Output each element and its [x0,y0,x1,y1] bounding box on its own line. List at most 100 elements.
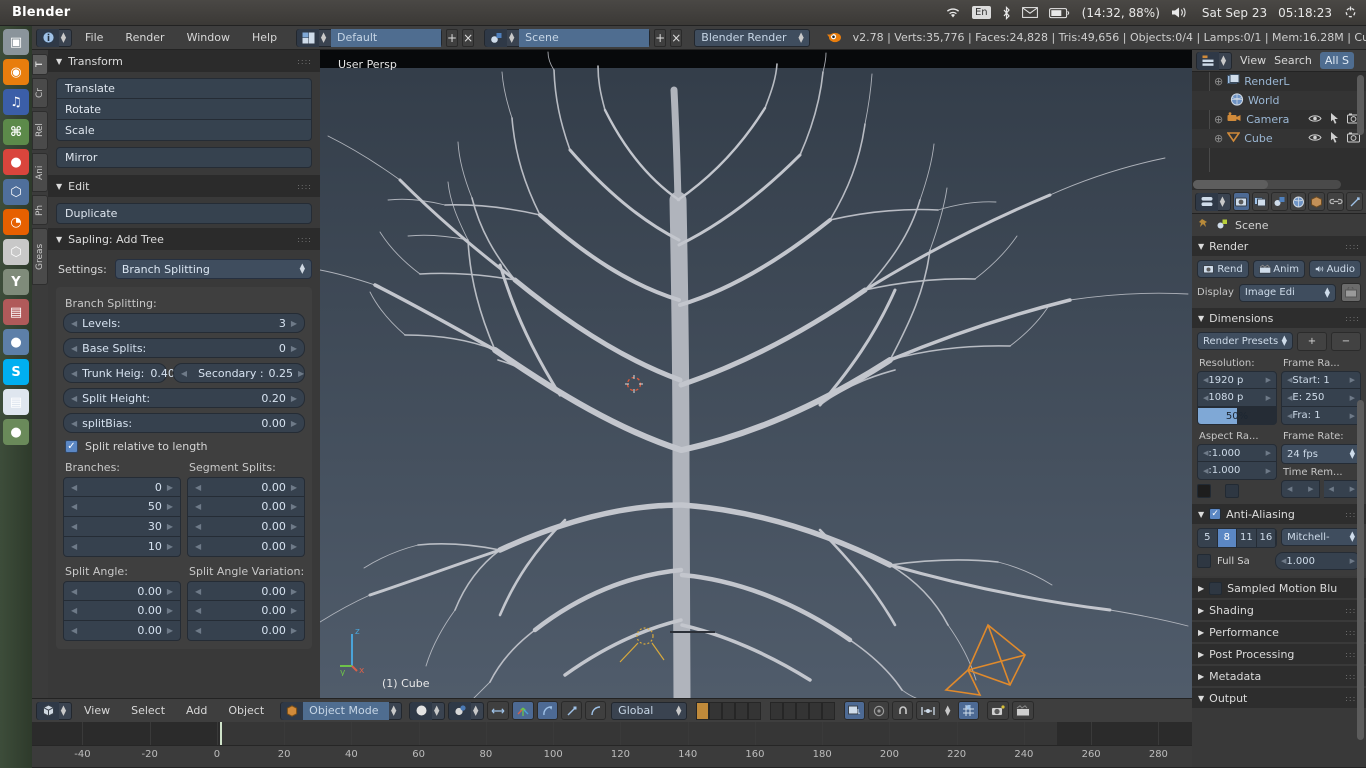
viewport-editor-type-selector[interactable]: ▲ ▼ [36,701,72,720]
layer-cell[interactable] [809,701,823,720]
render-audio-button[interactable]: Audio [1309,260,1361,278]
metadata-section-header[interactable]: ▶ Metadata :::: [1192,666,1366,686]
scene-spinner[interactable]: ▲ ▼ [507,31,516,43]
output-section-header[interactable]: ▼ Output :::: [1192,688,1366,708]
decrement-arrow-icon[interactable]: ◀ [1329,485,1334,493]
rotate-button[interactable]: Rotate [56,99,312,120]
increment-arrow-icon[interactable]: ▶ [167,626,173,635]
tab-grease-pencil[interactable]: Greas [32,228,48,285]
aa-filter-dropdown[interactable]: Mitchell- ▲ ▼ [1281,528,1361,546]
transform-orientation-spinner[interactable]: ▲ ▼ [674,704,683,716]
layer-cell[interactable] [709,701,723,720]
frame-end-field[interactable]: ◀ E: 250 ▶ [1281,389,1361,407]
viewport-editor-spinner[interactable]: ▲ ▼ [59,704,68,716]
interaction-mode-spinner[interactable]: ▲ ▼ [389,704,398,716]
interaction-mode-value[interactable]: Object Mode [303,701,390,720]
layer-cell[interactable] [783,701,797,720]
menu-file[interactable]: File [76,29,112,46]
decrement-arrow-icon[interactable]: ◀ [181,369,187,378]
increment-arrow-icon[interactable]: ▶ [291,394,297,403]
crystal-icon[interactable]: ⬡ [3,179,29,205]
outliner-row-world[interactable]: World [1192,91,1366,110]
scale-button[interactable]: Scale [56,120,312,141]
split-relative-checkbox-row[interactable]: ✓ Split relative to length [65,440,305,453]
full-sample-row[interactable]: Full Sa [1197,554,1271,568]
anti-aliasing-checkbox[interactable]: ✓ [1209,508,1222,520]
transform-panel-header[interactable]: ▼ Transform :::: [48,50,320,72]
dimensions-section-header[interactable]: ▼ Dimensions :::: [1192,308,1366,328]
frame-step-field[interactable]: ◀ Fra: 1 ▶ [1281,407,1361,425]
globe-icon[interactable]: ● [3,329,29,355]
viewport-shading-selector[interactable]: ▲ ▼ [409,701,446,720]
aa-size-field[interactable]: ◀ 1.000 ▶ [1275,552,1361,570]
outliner-row-renderlayers[interactable]: ⊕ RenderL [1192,72,1366,91]
display-mode-dropdown[interactable]: Image Edi ▲ ▼ [1238,283,1336,302]
more-icon[interactable]: ● [3,419,29,445]
time-remap-old-field[interactable]: ◀ ▶ [1281,480,1320,498]
frame-start-field[interactable]: ◀ Start: 1 ▶ [1281,371,1361,389]
branches-field-2[interactable]: ◀ 30 ▶ [63,517,181,537]
viewport-menu-select[interactable]: Select [122,702,174,719]
layer-cell[interactable] [722,701,736,720]
shield-icon[interactable]: ⬡ [3,239,29,265]
increment-arrow-icon[interactable]: ▶ [1266,394,1271,402]
battery-icon[interactable] [1048,7,1071,19]
properties-editor-spinner[interactable]: ▲ ▼ [1218,195,1227,207]
sapling-panel-header[interactable]: ▼ Sapling: Add Tree :::: [48,228,320,250]
pivot-point-selector[interactable]: ▲ ▼ [448,701,485,720]
layer-cell[interactable] [696,701,710,720]
interaction-mode-selector[interactable]: Object Mode ▲ ▼ [280,701,403,720]
visibility-eye-icon[interactable] [1308,113,1322,127]
rotate-manipulator-icon-2[interactable] [585,701,607,720]
full-sample-checkbox[interactable] [1197,554,1211,568]
increment-arrow-icon[interactable]: ▶ [291,502,297,511]
delete-scene-button[interactable]: × [670,28,683,47]
remove-preset-button[interactable]: − [1331,332,1361,351]
properties-scrollbar[interactable] [1357,400,1364,740]
decrement-arrow-icon[interactable]: ◀ [71,542,77,551]
expand-icon[interactable]: ⊕ [1214,132,1223,145]
scene-name-value[interactable]: Scene [519,28,650,47]
scene-tab[interactable] [1270,192,1288,211]
decrement-arrow-icon[interactable]: ◀ [71,483,77,492]
outliner-row-cube[interactable]: ⊕ Cube [1192,129,1366,148]
layer-cell[interactable] [770,701,784,720]
decrement-arrow-icon[interactable]: ◀ [71,606,77,615]
incre-arrow-icon[interactable]: ▶ [1266,449,1271,457]
decrement-arrow-icon[interactable]: ◀ [195,587,201,596]
rotate-manipulator-icon[interactable] [537,701,559,720]
object-tab[interactable] [1308,192,1326,211]
snap-magnet-icon[interactable] [892,701,914,720]
properties-editor-type-selector[interactable]: ▲ ▼ [1195,192,1231,211]
decrement-arrow-icon[interactable]: ◀ [71,587,77,596]
selectability-cursor-icon[interactable] [1330,131,1339,146]
outliner-editor-spinner[interactable]: ▲ ▼ [1219,54,1228,66]
add-preset-button[interactable]: + [1297,332,1327,351]
document-icon[interactable]: ▤ [3,389,29,415]
panel-grip[interactable]: :::: [297,235,312,244]
increment-arrow-icon[interactable]: ▶ [291,587,297,596]
split-angle-field-2[interactable]: ◀ 0.00 ▶ [63,621,181,641]
base-splits-field[interactable]: ◀ Base Splits: 0 ▶ [63,338,305,358]
increment-arrow-icon[interactable]: ▶ [291,419,297,428]
tab-relations[interactable]: Rel [32,111,48,150]
crop-checkbox[interactable] [1225,484,1239,498]
split-angle-var-field-0[interactable]: ◀ 0.00 ▶ [187,581,305,601]
duplicate-button[interactable]: Duplicate [56,203,312,224]
pin-icon[interactable] [1198,218,1210,233]
increment-arrow-icon[interactable]: ▶ [167,522,173,531]
files-icon[interactable]: ▣ [3,29,29,55]
trunk-height-field[interactable]: ◀ Trunk Heig: 0.40 ▶ [63,363,186,383]
aa-sample-8[interactable]: 8 [1217,529,1238,547]
outliner-vscrollbar[interactable] [1357,75,1364,135]
aa-sample-11[interactable]: 11 [1237,529,1257,547]
increment-arrow-icon[interactable]: ▶ [167,483,173,492]
outliner-hscrollbar[interactable] [1193,180,1341,189]
constraints-tab[interactable] [1327,192,1345,211]
add-screen-layout-button[interactable]: + [446,28,459,47]
increment-arrow-icon[interactable]: ▶ [167,502,173,511]
outliner-editor-type-selector[interactable]: ▲ ▼ [1196,51,1232,70]
scene-layers-grid-bottom[interactable] [770,701,836,720]
manipulator-toggle-button[interactable] [487,701,510,720]
shading-section-header[interactable]: ▶ Shading :::: [1192,600,1366,620]
